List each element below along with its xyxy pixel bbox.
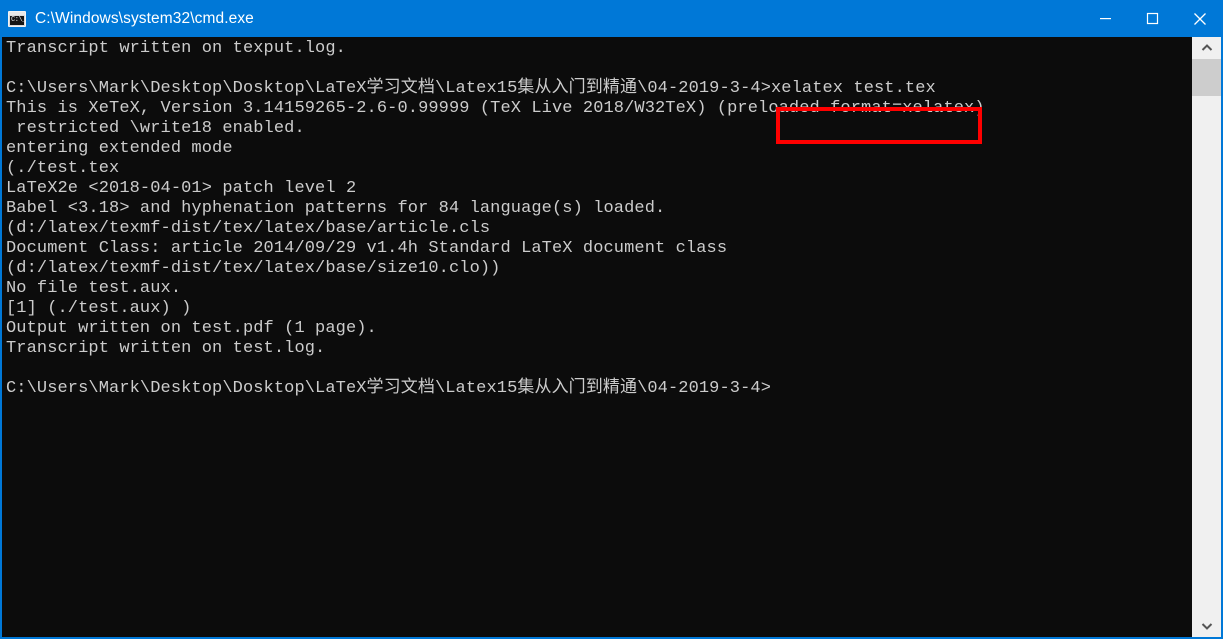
console-line: (./test.tex xyxy=(6,159,120,178)
cmd-console-icon: C:\_ xyxy=(8,10,26,27)
console-line: LaTeX2e <2018-04-01> patch level 2 xyxy=(6,179,357,198)
cmd-icon-glyph: C:\_ xyxy=(10,15,24,25)
window-controls xyxy=(1082,0,1221,37)
console-line: Document Class: article 2014/09/29 v1.4h… xyxy=(6,239,728,258)
close-button[interactable] xyxy=(1176,0,1221,37)
console-line: No file test.aux. xyxy=(6,279,182,298)
window-titlebar[interactable]: C:\_ C:\Windows\system32\cmd.exe xyxy=(2,0,1221,37)
console-line: Babel <3.18> and hyphenation patterns fo… xyxy=(6,199,666,218)
scrollbar-thumb[interactable] xyxy=(1192,59,1221,96)
console-line: restricted \write18 enabled. xyxy=(6,119,305,138)
scrollbar-track[interactable] xyxy=(1192,59,1221,615)
console-line: C:\Users\Mark\Desktop\Dosktop\LaTeX学习文档\… xyxy=(6,379,771,398)
minimize-button[interactable] xyxy=(1082,0,1129,37)
console-line: [1] (./test.aux) ) xyxy=(6,299,192,318)
vertical-scrollbar[interactable] xyxy=(1192,37,1221,637)
maximize-button[interactable] xyxy=(1129,0,1176,37)
console-line: Output written on test.pdf (1 page). xyxy=(6,319,377,338)
scroll-up-button[interactable] xyxy=(1192,37,1221,59)
console-line: This is XeTeX, Version 3.14159265-2.6-0.… xyxy=(6,99,985,118)
console-line: (d:/latex/texmf-dist/tex/latex/base/size… xyxy=(6,259,501,278)
window-title: C:\Windows\system32\cmd.exe xyxy=(35,10,254,27)
console-line: (d:/latex/texmf-dist/tex/latex/base/arti… xyxy=(6,219,491,238)
console-line: Transcript written on texput.log. xyxy=(6,39,346,58)
scroll-down-button[interactable] xyxy=(1192,615,1221,637)
cmd-icon-titlebar-strip xyxy=(9,11,25,15)
console-text: Transcript written on texput.log. C:\User… xyxy=(6,39,985,399)
console-line: Transcript written on test.log. xyxy=(6,339,326,358)
console-line: entering extended mode xyxy=(6,139,233,158)
console-output-area[interactable]: Transcript written on texput.log. C:\User… xyxy=(2,37,1190,637)
console-line: C:\Users\Mark\Desktop\Dosktop\LaTeX学习文档\… xyxy=(6,79,936,98)
cmd-window: C:\_ C:\Windows\system32\cmd.exe Transcr xyxy=(0,0,1223,639)
